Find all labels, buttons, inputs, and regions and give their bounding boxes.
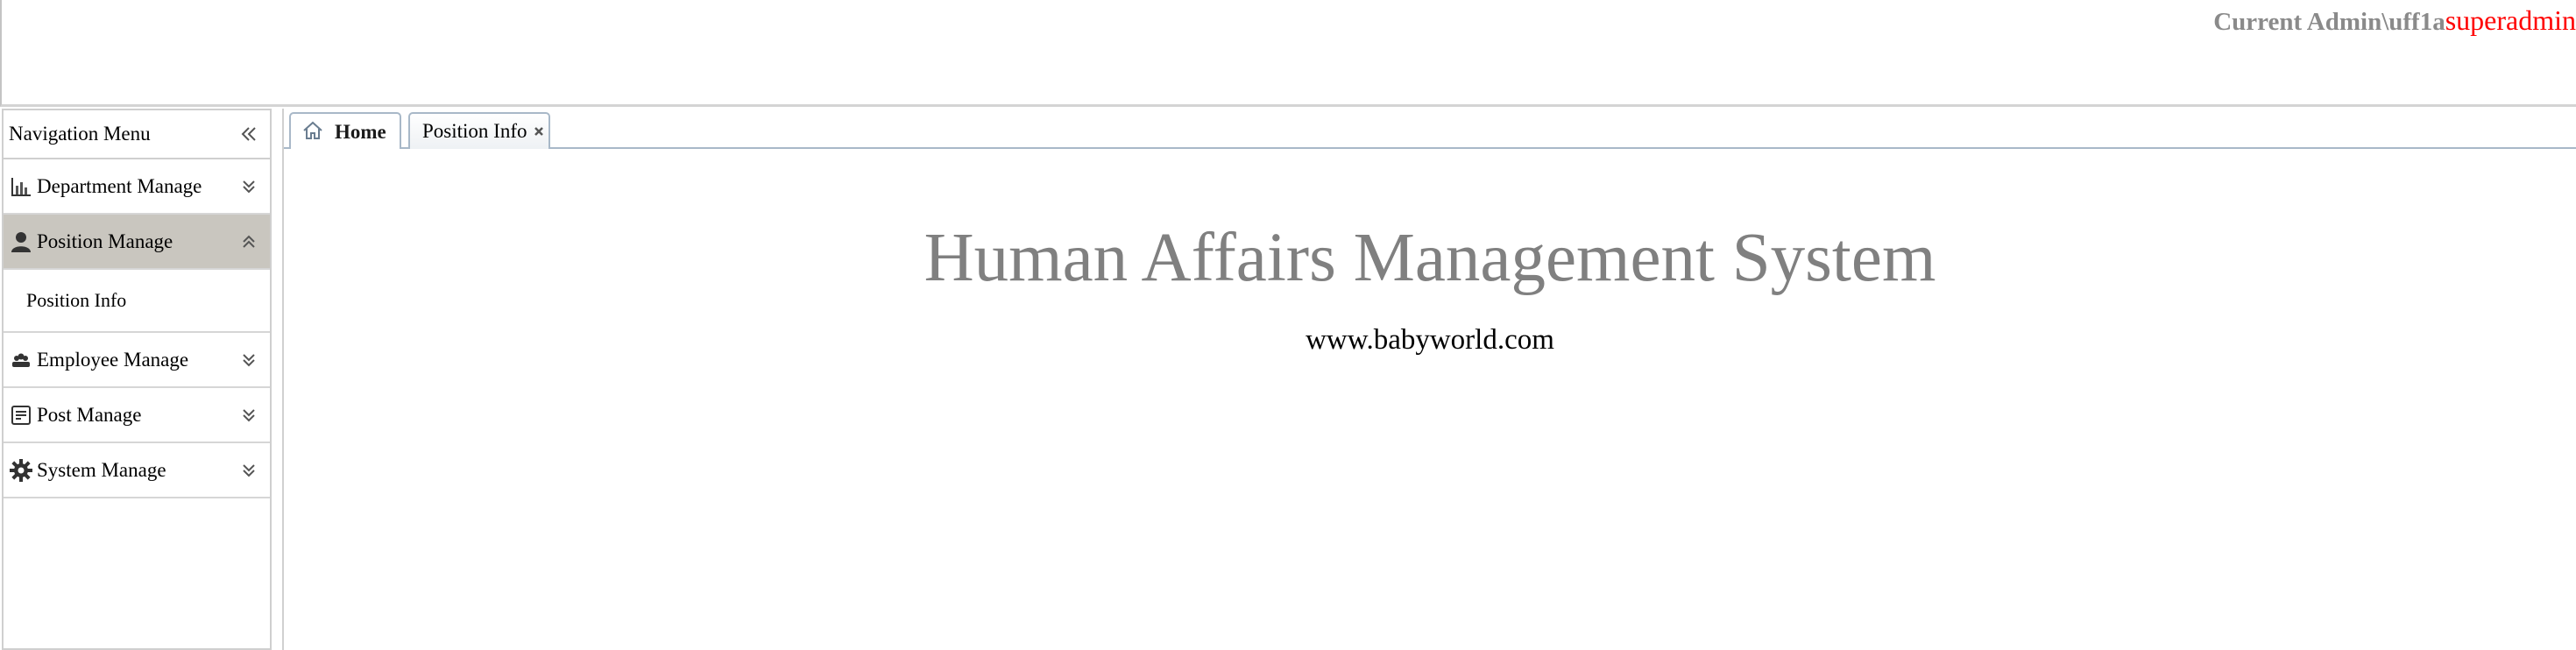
chevron-down-icon[interactable] bbox=[237, 403, 261, 427]
group-icon bbox=[9, 348, 33, 372]
system-url: www.babyworld.com bbox=[1306, 324, 1554, 356]
tab-position-info[interactable]: Position Info bbox=[408, 112, 550, 149]
current-admin-name: superadmin bbox=[2445, 4, 2576, 36]
menu-header-department-manage[interactable]: Department Manage bbox=[4, 159, 270, 213]
current-admin-info: Current Admin\uff1asuperadmin bbox=[2213, 5, 2576, 37]
close-icon[interactable] bbox=[532, 124, 546, 138]
note-icon bbox=[9, 403, 33, 427]
navigation-sidebar: Navigation Menu Department Manage Positi… bbox=[2, 109, 272, 650]
menu-header-system-manage[interactable]: System Manage bbox=[4, 443, 270, 497]
tabs-bar: Home Position Info bbox=[284, 109, 2576, 151]
menu-label-system-manage: System Manage bbox=[37, 458, 166, 481]
menu-group-employee: Employee Manage bbox=[4, 333, 270, 388]
collapse-sidebar-icon[interactable] bbox=[237, 122, 261, 146]
submenu-item-position-info[interactable]: Position Info bbox=[4, 270, 270, 331]
menu-label-employee-manage: Employee Manage bbox=[37, 348, 189, 371]
menu-group-department: Department Manage bbox=[4, 159, 270, 215]
position-submenu: Position Info bbox=[4, 268, 270, 331]
bar-chart-icon bbox=[9, 174, 33, 199]
current-admin-label: Current Admin\uff1a bbox=[2213, 8, 2445, 36]
system-title: Human Affairs Management System bbox=[924, 220, 1936, 296]
sidebar-title: Navigation Menu bbox=[9, 123, 151, 145]
menu-label-post-manage: Post Manage bbox=[37, 403, 142, 426]
menu-header-employee-manage[interactable]: Employee Manage bbox=[4, 333, 270, 386]
chevron-up-icon[interactable] bbox=[237, 230, 261, 254]
home-icon bbox=[301, 119, 324, 146]
menu-label-position-manage: Position Manage bbox=[37, 230, 173, 252]
user-icon bbox=[9, 230, 33, 254]
main-content: Human Affairs Management System www.baby… bbox=[284, 149, 2576, 650]
tab-home[interactable]: Home bbox=[289, 112, 401, 151]
menu-group-system: System Manage bbox=[4, 443, 270, 498]
chevron-down-icon[interactable] bbox=[237, 174, 261, 199]
menu-group-position: Position Manage Position Info bbox=[4, 215, 270, 333]
chevron-down-icon[interactable] bbox=[237, 458, 261, 483]
sidebar-header: Navigation Menu bbox=[4, 110, 270, 159]
menu-group-post: Post Manage bbox=[4, 388, 270, 443]
gear-icon bbox=[9, 458, 33, 483]
top-header: Current Admin\uff1asuperadmin bbox=[0, 0, 2576, 107]
menu-header-position-manage[interactable]: Position Manage bbox=[4, 215, 270, 268]
tab-home-label: Home bbox=[335, 121, 386, 143]
tab-position-info-label: Position Info bbox=[422, 120, 527, 142]
layout-splitter[interactable] bbox=[273, 109, 284, 650]
menu-label-department-manage: Department Manage bbox=[37, 174, 202, 197]
chevron-down-icon[interactable] bbox=[237, 348, 261, 372]
menu-header-post-manage[interactable]: Post Manage bbox=[4, 388, 270, 442]
